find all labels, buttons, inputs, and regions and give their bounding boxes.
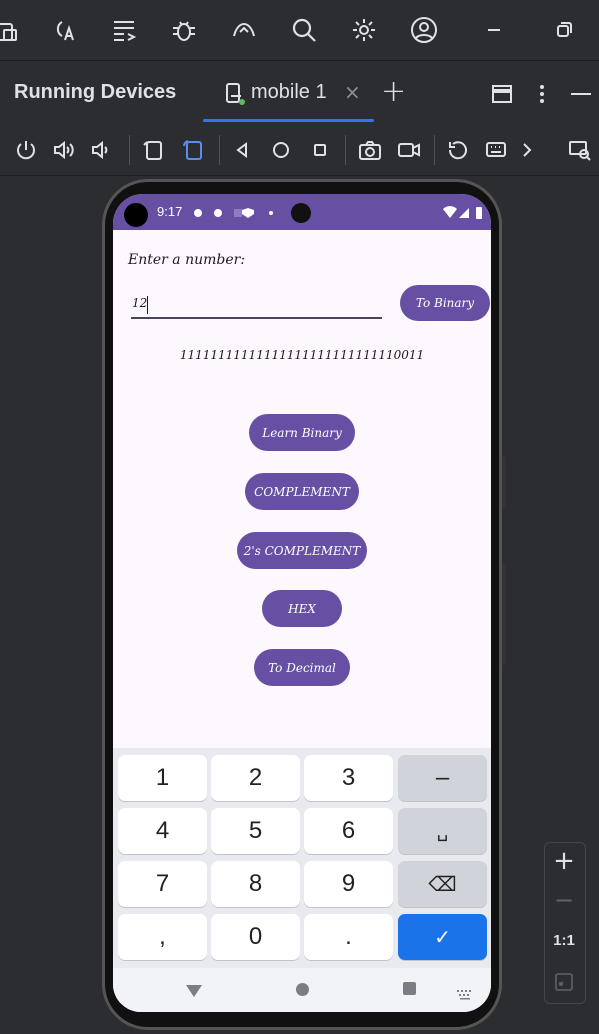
key-8[interactable]: 8: [211, 861, 300, 907]
logcat-icon[interactable]: [108, 14, 140, 46]
nav-home-icon[interactable]: [296, 983, 309, 996]
translate-icon[interactable]: [48, 14, 80, 46]
key-9[interactable]: 9: [304, 861, 393, 907]
nav-back-icon[interactable]: [185, 983, 203, 1002]
to-binary-button[interactable]: To Binary: [400, 285, 490, 321]
key-6[interactable]: 6: [304, 808, 393, 854]
profiler-icon[interactable]: [228, 14, 260, 46]
panel-title: Running Devices: [14, 81, 177, 103]
status-icons: [192, 205, 282, 224]
more-options-icon[interactable]: [530, 82, 554, 110]
key-comma[interactable]: ,: [118, 914, 207, 960]
settings-gear-icon[interactable]: [348, 14, 380, 46]
search-icon[interactable]: [288, 14, 320, 46]
status-time: 9:17: [157, 204, 183, 219]
home-icon[interactable]: [268, 137, 294, 163]
twos-complement-button[interactable]: 2's COMPLEMENT: [237, 532, 367, 569]
binary-result: 11111111111111111111111111110011: [179, 348, 425, 362]
snapshot-history-icon[interactable]: [445, 137, 471, 163]
key-7[interactable]: 7: [118, 861, 207, 907]
volume-down-icon[interactable]: [89, 137, 115, 163]
active-tab-indicator: [203, 119, 374, 122]
zoom-fit-icon[interactable]: [554, 972, 574, 996]
learn-binary-button[interactable]: Learn Binary: [249, 414, 355, 451]
back-icon[interactable]: [229, 137, 255, 163]
rotate-right-icon[interactable]: [180, 137, 206, 163]
hex-button[interactable]: HEX: [262, 590, 342, 627]
signal-battery-icons: [443, 205, 485, 224]
tab-mobile-1[interactable]: mobile 1: [251, 81, 327, 104]
minimize-icon[interactable]: [478, 14, 510, 46]
debug-icon[interactable]: [168, 14, 200, 46]
layout-icon[interactable]: [490, 82, 514, 110]
volume-up-icon[interactable]: [51, 137, 77, 163]
key-backspace-icon[interactable]: ⌫: [398, 861, 487, 907]
nav-overview-icon[interactable]: [403, 982, 416, 995]
complement-button[interactable]: COMPLEMENT: [245, 473, 359, 510]
number-input[interactable]: 12: [132, 296, 147, 310]
device-manager-icon[interactable]: [0, 14, 24, 46]
device-screen[interactable]: 9:17 Enter a number: 12 To Binary 111111…: [113, 194, 491, 1012]
hide-panel-icon[interactable]: [568, 82, 592, 110]
search-device-icon[interactable]: [567, 137, 593, 163]
screen-record-icon[interactable]: [396, 137, 422, 163]
tab-close-icon[interactable]: ×: [344, 80, 361, 104]
keyboard-icon[interactable]: [484, 137, 510, 163]
zoom-actual-size[interactable]: 1:1: [544, 932, 584, 949]
account-icon[interactable]: [408, 14, 440, 46]
screenshot-camera-icon[interactable]: [357, 137, 383, 163]
overview-icon[interactable]: [307, 137, 333, 163]
zoom-in-icon[interactable]: +: [544, 846, 584, 876]
toolbar-separator: [345, 135, 346, 165]
key-done-check-icon[interactable]: ✓: [398, 914, 487, 960]
rotate-left-icon[interactable]: [140, 137, 166, 163]
prompt-label: Enter a number:: [128, 252, 246, 268]
key-2[interactable]: 2: [211, 755, 300, 801]
device-tab-icon: [224, 82, 248, 108]
add-tab-icon[interactable]: +: [381, 74, 406, 109]
key-5[interactable]: 5: [211, 808, 300, 854]
text-cursor: [147, 296, 148, 314]
key-1[interactable]: 1: [118, 755, 207, 801]
restore-window-icon[interactable]: [548, 14, 580, 46]
toolbar-separator: [219, 135, 220, 165]
key-period[interactable]: .: [304, 914, 393, 960]
input-underline: [131, 317, 382, 319]
zoom-out-icon[interactable]: −: [544, 886, 584, 914]
key-3[interactable]: 3: [304, 755, 393, 801]
chevron-right-icon[interactable]: [514, 137, 540, 163]
key-0[interactable]: 0: [211, 914, 300, 960]
to-decimal-button[interactable]: To Decimal: [254, 649, 350, 686]
key-minus[interactable]: –: [398, 755, 487, 801]
camera-cutout: [124, 203, 148, 227]
front-camera-icon: [291, 203, 311, 223]
key-space[interactable]: ␣: [398, 808, 487, 854]
power-icon[interactable]: [13, 137, 39, 163]
toolbar-separator: [434, 135, 435, 165]
toolbar-separator: [129, 135, 130, 165]
key-4[interactable]: 4: [118, 808, 207, 854]
nav-keyboard-switch-icon[interactable]: [457, 985, 473, 1004]
